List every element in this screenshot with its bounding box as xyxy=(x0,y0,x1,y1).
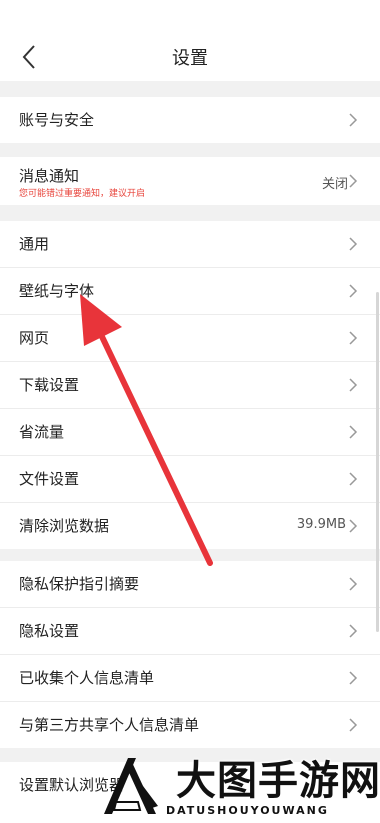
watermark-subtitle: DATUSHOUYOUWANG xyxy=(166,804,329,817)
general-section: 通用 壁纸与字体 网页 下载设置 省流量 文件设置 清除浏览数据 39.9MB xyxy=(0,221,380,549)
chevron-right-icon xyxy=(349,718,358,732)
notification-section: 消息通知 您可能错过重要通知，建议开启 关闭 xyxy=(0,157,380,205)
row-label: 账号与安全 xyxy=(19,111,95,129)
chevron-right-icon xyxy=(349,113,358,127)
watermark-logo-icon xyxy=(104,758,158,814)
chevron-right-icon xyxy=(349,331,358,345)
watermark: 大图手游网 DATUSHOUYOUWANG xyxy=(96,744,380,823)
row-label: 网页 xyxy=(19,329,50,347)
privacy-settings-item[interactable]: 隐私设置 xyxy=(0,607,380,654)
watermark-title: 大图手游网 xyxy=(176,758,380,804)
data-saver-item[interactable]: 省流量 xyxy=(0,408,380,455)
chevron-right-icon xyxy=(349,577,358,591)
scrollbar[interactable] xyxy=(376,292,379,632)
notification-item[interactable]: 消息通知 您可能错过重要通知，建议开启 关闭 xyxy=(0,157,380,205)
notification-status: 关闭 xyxy=(321,177,348,192)
account-security-item[interactable]: 账号与安全 xyxy=(0,97,380,143)
row-label: 通用 xyxy=(19,235,50,253)
chevron-right-icon xyxy=(349,624,358,638)
chevron-right-icon xyxy=(349,237,358,251)
chevron-right-icon xyxy=(349,174,358,188)
webpage-item[interactable]: 网页 xyxy=(0,314,380,361)
cache-size: 39.9MB xyxy=(296,517,346,532)
wallpaper-font-item[interactable]: 壁纸与字体 xyxy=(0,267,380,314)
download-settings-item[interactable]: 下载设置 xyxy=(0,361,380,408)
privacy-guide-item[interactable]: 隐私保护指引摘要 xyxy=(0,561,380,607)
row-label: 隐私设置 xyxy=(19,622,80,640)
chevron-right-icon xyxy=(349,378,358,392)
chevron-right-icon xyxy=(349,519,358,533)
file-settings-item[interactable]: 文件设置 xyxy=(0,455,380,502)
page-title: 设置 xyxy=(172,48,208,69)
row-label: 壁纸与字体 xyxy=(19,282,95,300)
row-label: 消息通知 xyxy=(19,167,80,185)
row-label: 已收集个人信息清单 xyxy=(19,669,155,687)
row-label: 省流量 xyxy=(19,423,65,441)
row-label: 清除浏览数据 xyxy=(19,517,110,535)
account-section: 账号与安全 xyxy=(0,97,380,143)
chevron-right-icon xyxy=(349,425,358,439)
row-label: 隐私保护指引摘要 xyxy=(19,575,140,593)
chevron-right-icon xyxy=(349,671,358,685)
top-bar: 设置 xyxy=(0,0,380,81)
privacy-section: 隐私保护指引摘要 隐私设置 已收集个人信息清单 与第三方共享个人信息清单 xyxy=(0,561,380,748)
row-label: 下载设置 xyxy=(19,376,80,394)
chevron-right-icon xyxy=(349,472,358,486)
chevron-right-icon xyxy=(349,284,358,298)
third-party-sharing-item[interactable]: 与第三方共享个人信息清单 xyxy=(0,701,380,748)
clear-browsing-data-item[interactable]: 清除浏览数据 39.9MB xyxy=(0,502,380,549)
notification-warning: 您可能错过重要通知，建议开启 xyxy=(19,189,146,199)
row-label: 与第三方共享个人信息清单 xyxy=(19,716,200,734)
general-item[interactable]: 通用 xyxy=(0,221,380,267)
collected-info-item[interactable]: 已收集个人信息清单 xyxy=(0,654,380,701)
row-label: 文件设置 xyxy=(19,470,80,488)
